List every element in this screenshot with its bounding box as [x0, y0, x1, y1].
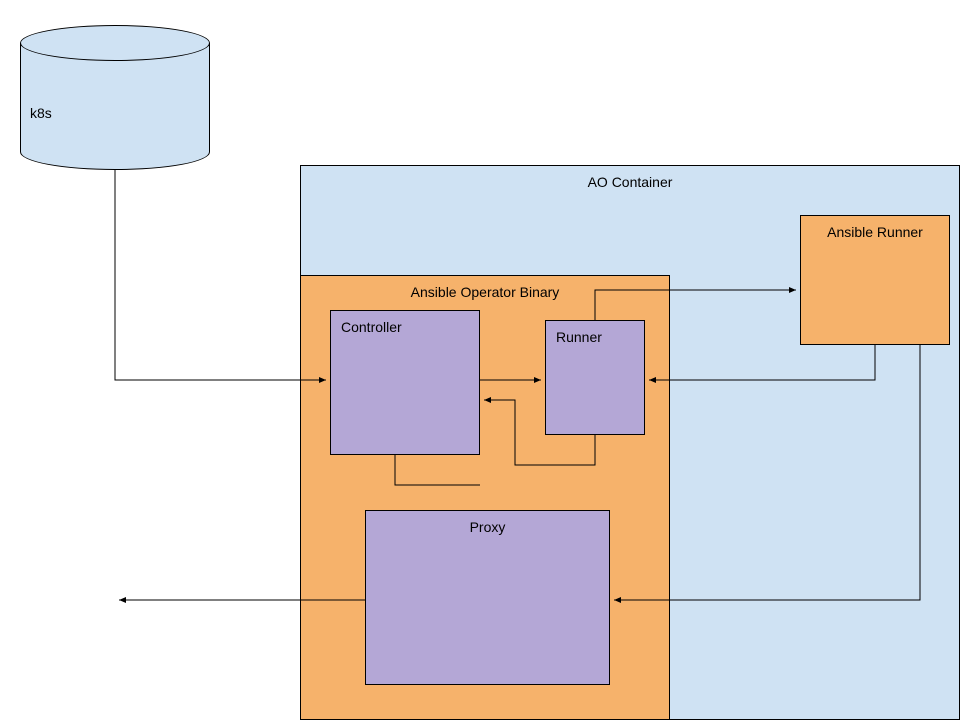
ansible-runner-box: Ansible Runner — [800, 215, 950, 345]
cylinder-top — [20, 25, 210, 61]
runner-box: Runner — [545, 320, 645, 435]
k8s-label: k8s — [30, 105, 52, 121]
runner-label: Runner — [556, 329, 644, 345]
ansible-runner-label: Ansible Runner — [801, 224, 949, 240]
k8s-datastore: k8s — [20, 25, 210, 170]
ao-container-label: AO Container — [301, 174, 959, 190]
proxy-label: Proxy — [366, 519, 609, 535]
controller-box: Controller — [330, 310, 480, 455]
ansible-binary-label: Ansible Operator Binary — [301, 284, 669, 300]
proxy-box: Proxy — [365, 510, 610, 685]
arrow-k8s-to-controller — [115, 170, 326, 380]
controller-label: Controller — [341, 319, 479, 335]
